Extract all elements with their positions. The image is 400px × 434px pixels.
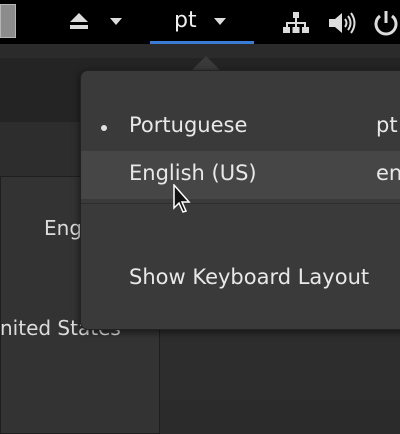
menu-item-label: English (US) [129, 161, 257, 185]
show-keyboard-layout-item[interactable]: Show Keyboard Layout [81, 255, 400, 303]
power-icon[interactable] [372, 9, 400, 37]
menu-item-portuguese[interactable]: Portuguese pt [81, 103, 400, 151]
keyboard-language-indicator[interactable]: pt [150, 0, 254, 44]
menu-item-code: en [376, 161, 400, 185]
chevron-down-icon [110, 18, 122, 25]
volume-icon[interactable] [327, 10, 357, 36]
window-thumbnail[interactable] [0, 4, 16, 38]
mouse-cursor-icon [173, 184, 191, 213]
background-language-label: Eng [44, 216, 83, 240]
popup-pointer [192, 56, 220, 70]
network-icon[interactable] [283, 11, 309, 35]
keyboard-layout-menu: Portuguese pt English (US) en Show Keybo… [80, 70, 400, 330]
menu-separator [81, 203, 400, 204]
eject-icon [70, 13, 88, 29]
top-bar: pt [0, 0, 400, 44]
language-code: pt [174, 8, 197, 33]
menu-item-code: pt [376, 113, 398, 137]
menu-item-english-us[interactable]: English (US) en [81, 151, 400, 199]
active-indicator-underline [150, 41, 254, 44]
menu-item-label: Show Keyboard Layout [129, 265, 370, 289]
selected-bullet-icon [101, 125, 107, 131]
menu-item-label: Portuguese [129, 113, 248, 137]
chevron-down-icon [214, 18, 226, 25]
